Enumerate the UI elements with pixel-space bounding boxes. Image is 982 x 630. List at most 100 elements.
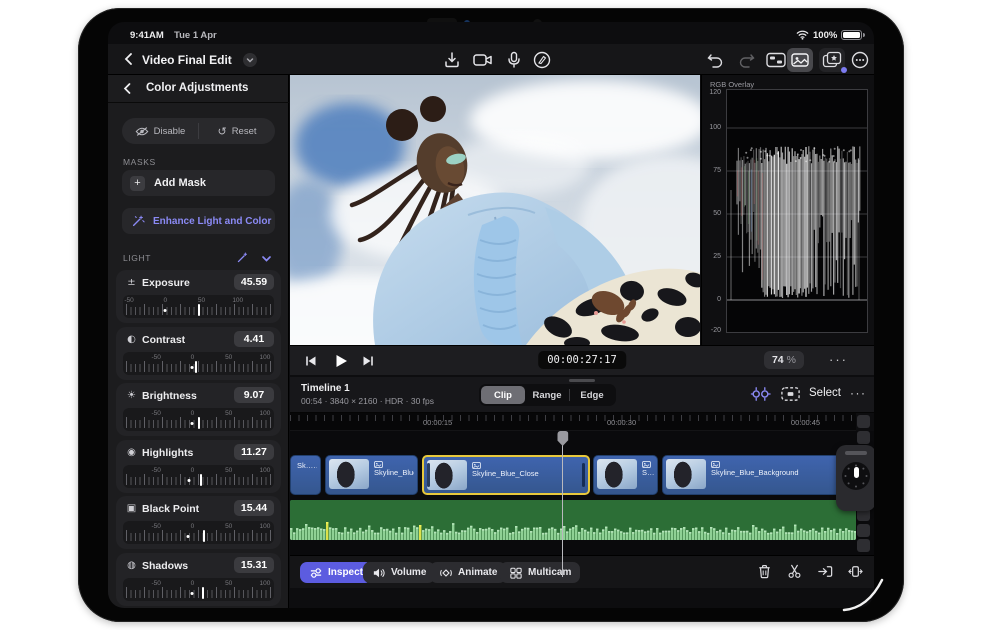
mode-edge[interactable]: Edge	[570, 386, 614, 404]
highlights-icon: ◉	[125, 447, 138, 458]
timeline-clip[interactable]: Skyline_Blue_Background	[662, 455, 847, 495]
timeline-clip[interactable]: Skyline_Blue_Wide	[325, 455, 418, 495]
timeline-drag-handle[interactable]	[569, 379, 595, 382]
clip-name: S……	[642, 461, 654, 477]
status-bar: 9:41AM Tue 1 Apr 100%	[108, 22, 874, 44]
exposure-icon: ±	[125, 277, 138, 288]
timeline-clip[interactable]: Sk……	[290, 455, 321, 495]
slider-value[interactable]: 45.59	[234, 274, 274, 290]
media-browser-button[interactable]	[787, 48, 813, 72]
slider-card-highlights: ◉Highlights11.27-50050100	[116, 440, 281, 493]
timeline-clip[interactable]: S……	[593, 455, 658, 495]
record-camera-button[interactable]	[472, 50, 492, 70]
select-tool-button[interactable]: Select	[809, 387, 841, 399]
playhead[interactable]	[562, 431, 564, 577]
clip-trim-handle-left[interactable]	[427, 463, 430, 487]
clip-overview-button[interactable]	[750, 385, 770, 403]
undo-button[interactable]	[705, 50, 725, 70]
mode-range[interactable]: Range	[525, 386, 569, 404]
slider-value[interactable]: 4.41	[234, 331, 274, 347]
zoom-value: 74	[772, 354, 784, 366]
enhance-button[interactable]: Enhance Light and Color	[122, 208, 275, 234]
slider-cursor[interactable]	[203, 530, 205, 542]
play-button[interactable]	[333, 353, 349, 369]
slider-value[interactable]: 11.27	[234, 444, 274, 460]
clip-thumbnail	[329, 459, 369, 489]
project-title[interactable]: Video Final Edit	[142, 53, 232, 67]
effects-button[interactable]	[819, 48, 845, 72]
microphone-button[interactable]	[504, 50, 524, 70]
back-button[interactable]	[122, 52, 136, 66]
mode-clip[interactable]: Clip	[481, 386, 525, 404]
add-mask-label: Add Mask	[154, 177, 206, 189]
slider-value[interactable]: 9.07	[234, 387, 274, 403]
reset-button[interactable]: ↺ Reset	[199, 118, 275, 144]
ruler-ticks-major	[126, 474, 271, 485]
jog-dial[interactable]	[842, 462, 870, 490]
delete-button[interactable]	[756, 563, 774, 581]
timeline-ruler[interactable]: 00:00:1500:00:3000:00:45	[290, 413, 856, 431]
viewer-more-button[interactable]: ···	[829, 352, 848, 367]
insert-clip-button[interactable]	[817, 563, 835, 581]
clip-browser-button[interactable]	[780, 385, 800, 403]
slider-cursor[interactable]	[198, 304, 200, 316]
next-frame-button[interactable]	[360, 353, 376, 369]
slider-ruler[interactable]: -50050100	[123, 408, 274, 431]
video-frame	[290, 75, 700, 345]
slider-ruler[interactable]: -50050100	[123, 521, 274, 544]
slider-value[interactable]: 15.44	[234, 500, 274, 516]
light-collapse-chevron[interactable]	[260, 252, 273, 265]
jog-wheel[interactable]	[836, 445, 874, 511]
slider-cursor[interactable]	[202, 587, 204, 599]
reset-icon: ↺	[217, 125, 226, 138]
clip-name: Skyline_Blue_Close	[472, 462, 585, 478]
ruler-label: 100	[260, 467, 271, 474]
panel-header: Color Adjustments	[108, 75, 289, 103]
scrollbar-segment[interactable]	[857, 415, 870, 428]
slider-ruler[interactable]: -50050100	[123, 295, 274, 318]
add-mask-button[interactable]: + Add Mask	[122, 170, 275, 196]
scrollbar-segment[interactable]	[857, 539, 870, 552]
redo-button[interactable]	[737, 50, 757, 70]
audio-track-clip[interactable]	[290, 500, 856, 540]
slider-ruler[interactable]: -50050100	[123, 465, 274, 488]
playhead-handle[interactable]	[557, 431, 568, 446]
timecode-display: 00:00:27:17	[538, 351, 626, 369]
slider-cursor[interactable]	[200, 474, 202, 486]
animate-button[interactable]: Animate	[430, 562, 506, 583]
timeline-clip[interactable]: Skyline_Blue_Close	[422, 455, 590, 495]
viewer-zoom-button[interactable]: 74%	[764, 351, 804, 369]
slider-ruler[interactable]: -50050100	[123, 578, 274, 601]
import-button[interactable]	[442, 50, 462, 70]
wifi-icon	[796, 30, 809, 40]
ruler-label: -50	[152, 354, 161, 361]
clip-thumbnail	[597, 459, 637, 489]
scrollbar-segment[interactable]	[857, 524, 870, 537]
animate-icon	[439, 567, 453, 579]
panel-back-button[interactable]	[121, 82, 134, 95]
video-viewer[interactable]	[290, 75, 700, 345]
disable-button[interactable]: Disable	[122, 118, 198, 144]
timeline-more-button[interactable]: ···	[850, 386, 867, 400]
project-menu-button[interactable]	[243, 53, 257, 67]
multicam-button[interactable]: Multicam	[500, 562, 580, 583]
slider-value[interactable]: 15.31	[234, 557, 274, 573]
clip-trim-handle-right[interactable]	[582, 463, 585, 487]
more-options-button[interactable]	[850, 50, 870, 70]
button-label: Animate	[458, 567, 497, 578]
volume-button[interactable]: Volume	[363, 562, 435, 583]
light-autoenhance-icon[interactable]	[236, 251, 249, 264]
slider-cursor[interactable]	[195, 361, 197, 373]
ruler-label: 50	[225, 410, 232, 417]
slider-cursor[interactable]	[198, 417, 200, 429]
default-dot	[188, 479, 191, 482]
layout-switch-button[interactable]	[765, 50, 785, 70]
blade-button[interactable]	[786, 563, 804, 581]
inspect-button[interactable]: Inspect	[300, 562, 372, 583]
ruler-label: 0	[191, 580, 195, 587]
previous-frame-button[interactable]	[303, 353, 319, 369]
slider-ruler[interactable]: -50050100	[123, 352, 274, 375]
apple-pencil-button[interactable]	[532, 50, 552, 70]
scrollbar-segment[interactable]	[857, 431, 870, 444]
trim-clip-button[interactable]	[847, 563, 865, 581]
